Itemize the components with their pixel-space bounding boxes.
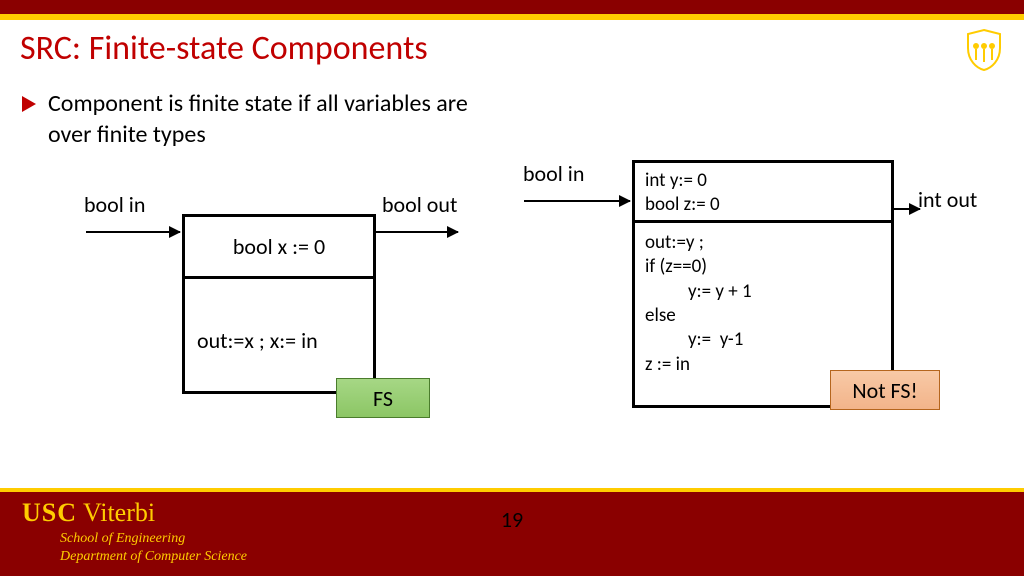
left-body: out:=x ; x:= in xyxy=(185,279,373,362)
right-decl-1: int y:= 0 xyxy=(645,169,881,193)
footer-subtitle: School of Engineering Department of Comp… xyxy=(60,530,247,566)
right-in-label: bool in xyxy=(523,160,584,187)
footer-logo-text: USCViterbi xyxy=(22,498,155,528)
footer-line2: Department of Computer Science xyxy=(60,548,247,566)
right-out-label: int out xyxy=(918,186,977,213)
page-number: 19 xyxy=(501,506,523,533)
right-out-arrow xyxy=(894,208,920,210)
footer: USCViterbi School of Engineering Departm… xyxy=(0,488,1024,576)
left-in-arrow xyxy=(86,231,180,233)
footer-viterbi: Viterbi xyxy=(83,498,155,527)
footer-gold-line xyxy=(0,488,1024,492)
right-decl: int y:= 0 bool z:= 0 xyxy=(635,163,891,223)
not-fs-badge: Not FS! xyxy=(830,370,940,410)
right-in-arrow xyxy=(524,200,630,202)
left-component-box: bool x := 0 out:=x ; x:= in xyxy=(182,214,376,394)
left-out-arrow xyxy=(376,231,458,233)
footer-usc: USC xyxy=(22,498,77,527)
right-decl-2: bool z:= 0 xyxy=(645,193,881,217)
left-decl: bool x := 0 xyxy=(185,217,373,279)
footer-line1: School of Engineering xyxy=(60,530,247,548)
right-body: out:=y ; if (z==0) y:= y + 1 else y:= y-… xyxy=(635,223,891,385)
left-in-label: bool in xyxy=(84,191,145,218)
fs-badge: FS xyxy=(336,378,430,418)
left-out-label: bool out xyxy=(382,191,457,218)
